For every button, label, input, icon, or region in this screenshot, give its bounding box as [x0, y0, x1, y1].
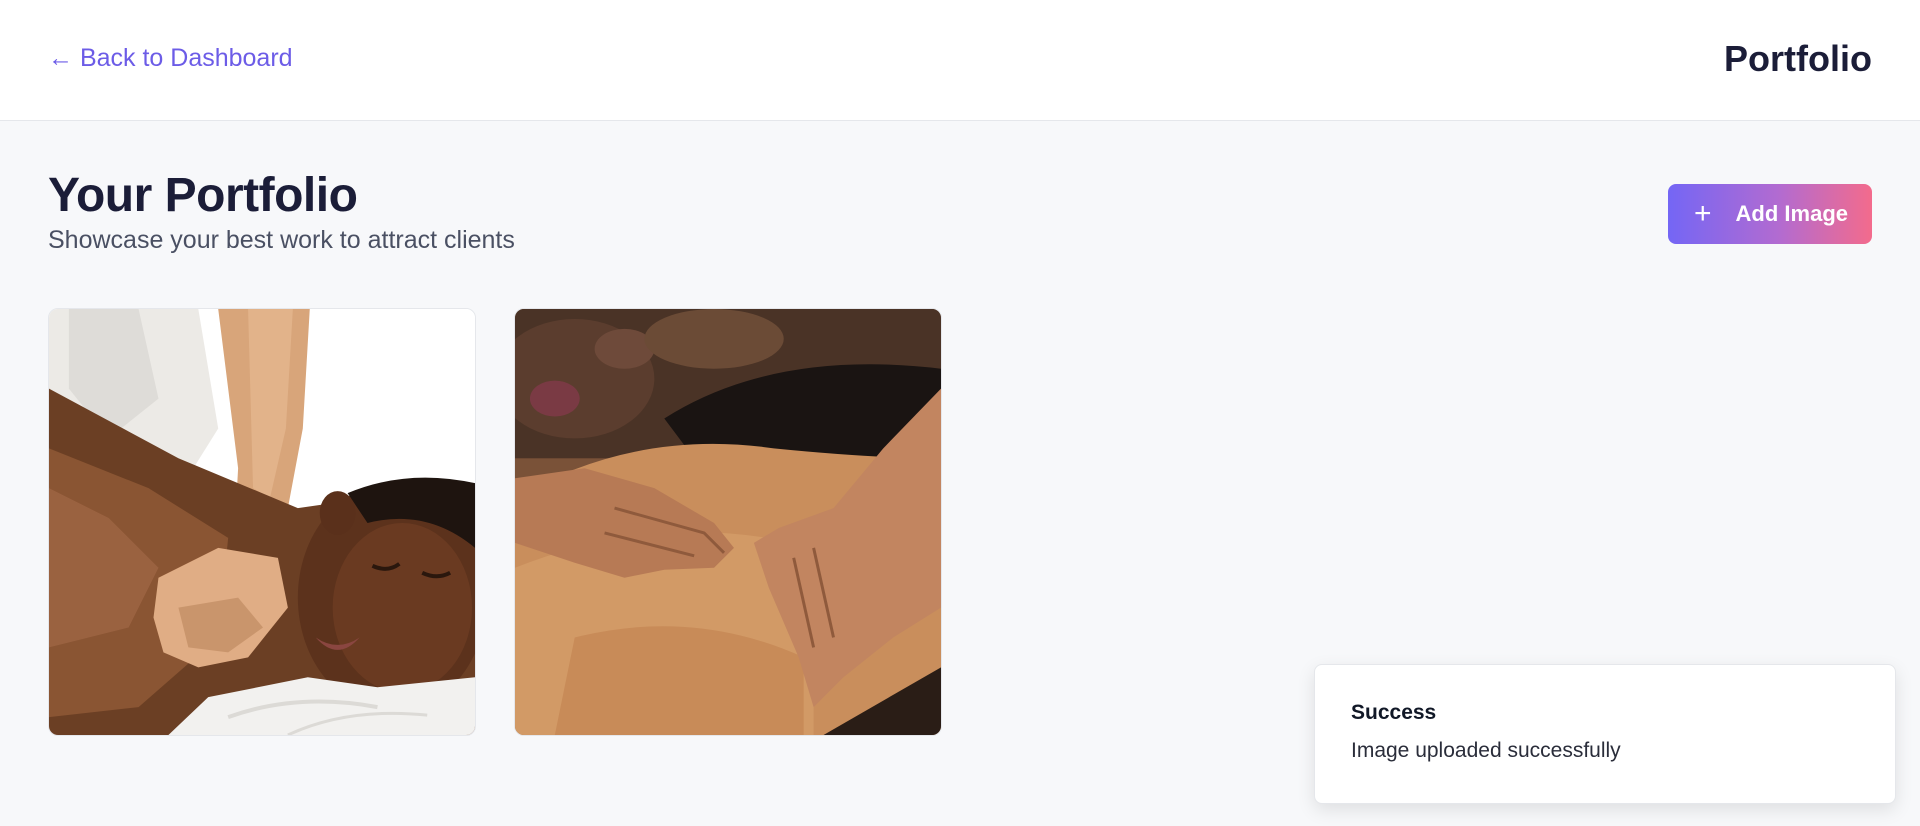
top-navigation-bar: ← Back to Dashboard Portfolio — [0, 0, 1920, 121]
portfolio-image-2[interactable] — [514, 308, 942, 736]
toast-message: Image uploaded successfully — [1351, 739, 1621, 762]
add-image-button[interactable]: + Add Image — [1668, 184, 1872, 244]
back-to-dashboard-link[interactable]: ← Back to Dashboard — [48, 44, 293, 73]
success-toast: Success Image uploaded successfully — [1314, 664, 1896, 804]
massage-photo-2 — [515, 309, 941, 735]
page-header-title: Portfolio — [1724, 38, 1872, 79]
add-image-label: Add Image — [1735, 201, 1848, 226]
massage-photo-1 — [49, 309, 475, 735]
plus-icon: + — [1694, 197, 1712, 230]
portfolio-image-1[interactable] — [48, 308, 476, 736]
portfolio-heading: Your Portfolio — [48, 169, 358, 222]
toast-title: Success — [1351, 701, 1437, 724]
portfolio-subtitle: Showcase your best work to attract clien… — [48, 226, 515, 254]
